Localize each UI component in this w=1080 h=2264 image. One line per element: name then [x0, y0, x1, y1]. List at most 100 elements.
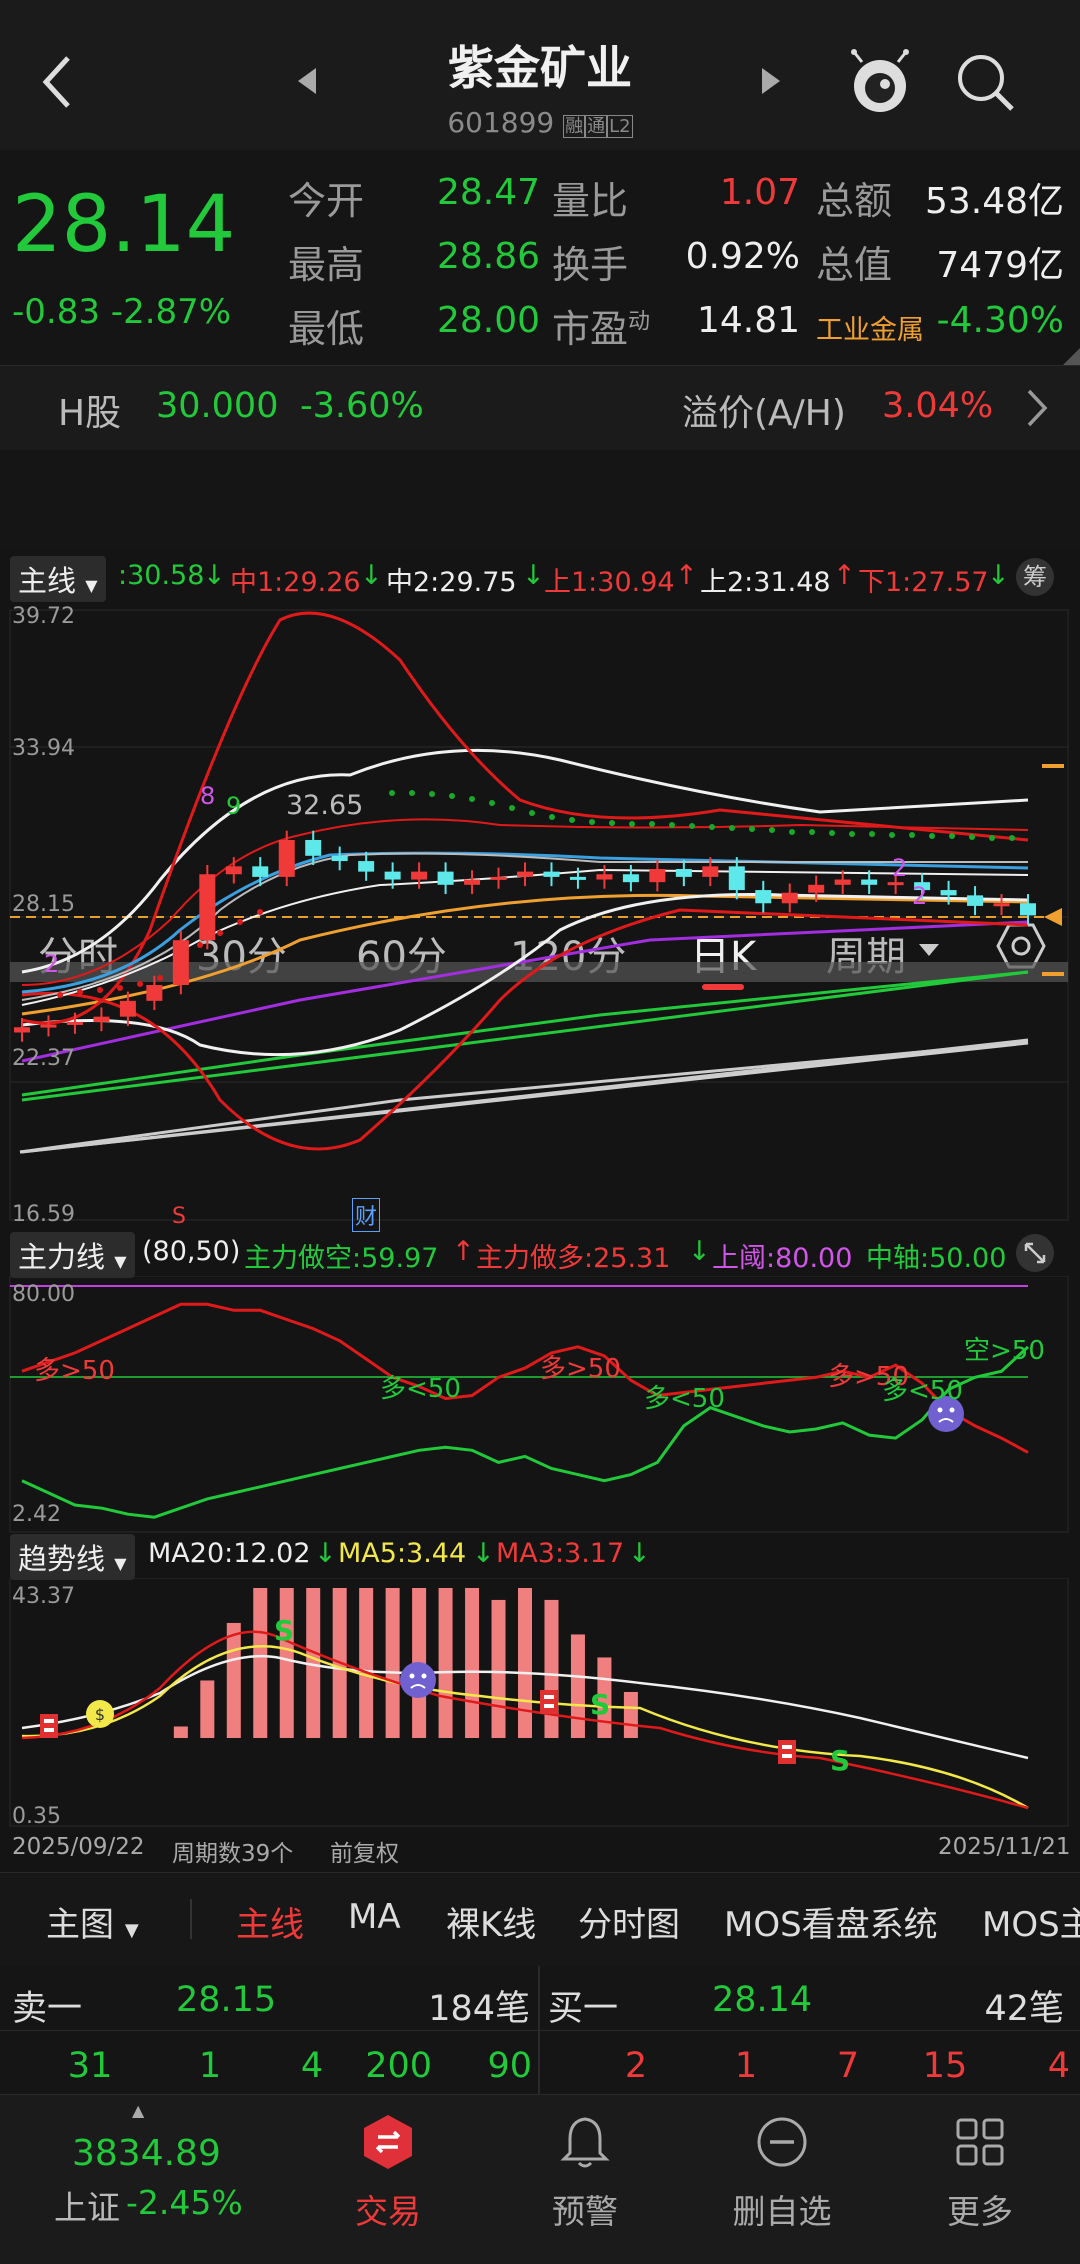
ask-queue-item: 90 — [487, 2046, 532, 2086]
power-mid: 中轴:50.00 — [866, 1243, 1007, 1274]
main-indicator-selector[interactable]: 主线 ▼ — [10, 556, 106, 602]
label-turnover-amount: 总额 — [816, 179, 893, 223]
ask1-label: 卖一 — [12, 1989, 83, 2029]
buy-signal-icon — [40, 1714, 58, 1738]
nav-trade[interactable]: 交易 — [318, 2113, 458, 2233]
trend-bar — [359, 1588, 374, 1738]
bid1-label: 买一 — [548, 1989, 619, 2029]
stock-code: 601899 — [447, 106, 555, 139]
candle-body — [649, 868, 666, 883]
quote-panel: 28.14 -0.83 -2.87% 今开 28.47 量比 1.07 总额 5… — [0, 150, 1080, 366]
power-short-value: 主力做空:59.97 — [244, 1243, 439, 1274]
trend-bar — [465, 1588, 480, 1738]
next-stock-icon[interactable] — [760, 66, 782, 100]
h-share-price: 30.000 — [156, 386, 279, 426]
index-value: 3834.89 — [72, 2133, 221, 2174]
indicator-tab-ma[interactable]: MA — [348, 1897, 401, 1937]
label-low: 最低 — [288, 307, 365, 351]
candle-body — [887, 882, 904, 886]
sector-change[interactable]: -4.30% — [930, 300, 1064, 341]
trend-line-chart[interactable]: $ — [0, 1578, 1080, 1828]
indicator-tab-timeshare[interactable]: 分时图 — [578, 1897, 680, 1946]
trend-ma5: MA5:3.44 — [338, 1538, 467, 1569]
label-market-cap: 总值 — [816, 243, 893, 287]
last-price: 28.14 — [12, 180, 236, 270]
label-volume-ratio: 量比 — [552, 179, 629, 223]
label-turnover-rate: 换手 — [552, 243, 629, 287]
candle-body — [252, 866, 269, 877]
bid-queue-item: 4 — [1047, 2046, 1070, 2086]
power-y-max: 80.00 — [12, 1282, 75, 1307]
expand-icon[interactable] — [1016, 1234, 1054, 1272]
search-icon[interactable] — [955, 52, 1017, 118]
value-pe: 14.81 — [696, 300, 800, 341]
price-change-row: -0.83 -2.87% — [12, 292, 231, 332]
trend-bar — [385, 1588, 400, 1738]
index-ticker[interactable]: ▲ 3834.89 上证 -2.45% — [0, 2095, 290, 2264]
robot-assistant-icon[interactable] — [848, 48, 912, 118]
indicator-tab-main[interactable]: 主线 — [236, 1897, 304, 1946]
candle-body — [172, 940, 189, 986]
candle-body — [437, 871, 454, 885]
trend-bar — [226, 1622, 241, 1738]
indicator-tab-naked-k[interactable]: 裸K线 — [446, 1897, 536, 1946]
y-axis-min: 16.59 — [12, 1202, 75, 1227]
prev-stock-icon[interactable] — [296, 66, 318, 100]
value-market-cap: 7479亿 — [936, 245, 1064, 286]
badge-rong: 融 — [563, 115, 586, 138]
candle-body — [331, 855, 348, 862]
ask-queue-item: 4 — [300, 2046, 324, 2086]
sector-link[interactable]: 工业金属 — [816, 308, 924, 347]
bid1-count: 42笔 — [984, 1989, 1064, 2029]
power-y-min: 2.42 — [12, 1502, 61, 1527]
chevron-right-icon[interactable] — [1026, 388, 1048, 432]
trend-ma3: MA3:3.17 — [496, 1538, 625, 1569]
end-date: 2025/11/21 — [938, 1834, 1071, 1860]
trend-indicator-selector[interactable]: 趋势线 ▼ — [10, 1534, 135, 1580]
nav-alert[interactable]: 预警 — [515, 2113, 655, 2233]
indicator-tab-mos-system[interactable]: MOS看盘系统 — [724, 1897, 938, 1946]
sad-face-icon — [400, 1662, 436, 1698]
remove-circle-icon — [757, 2117, 807, 2167]
nav-remove-watchlist[interactable]: 删自选 — [712, 2113, 852, 2233]
main-kline-chart[interactable] — [0, 600, 1080, 1230]
legend-shang2-arrow: ↑ — [833, 560, 856, 591]
money-bag-icon: $ — [86, 1700, 114, 1728]
td-count-2a: 2 — [44, 950, 60, 978]
td-count-9: 9 — [226, 792, 242, 820]
chip-distribution-button[interactable]: 筹 — [1016, 558, 1054, 596]
label-open: 今开 — [288, 179, 365, 223]
y-axis-4: 22.37 — [12, 1046, 75, 1071]
candle-body — [490, 876, 507, 880]
caret-down-icon: ▼ — [85, 576, 98, 595]
legend-xia1-arrow: ↓ — [987, 560, 1010, 591]
h-share-row[interactable]: H股 30.000 -3.60% 溢价(A/H) 3.04% — [0, 365, 1080, 451]
power-annot-6: 多<50 — [882, 1376, 963, 1406]
trend-bar — [438, 1588, 453, 1738]
index-pct: -2.45% — [126, 2183, 243, 2222]
td-count-2b: 2 — [892, 854, 908, 882]
sell-signal-s3: S — [830, 1744, 851, 1777]
trend-bar — [518, 1588, 532, 1738]
candle-body — [40, 1024, 57, 1028]
financial-report-mark[interactable]: 财 — [352, 1198, 381, 1232]
adjust-mode[interactable]: 前复权 — [330, 1834, 399, 1868]
buy-signal-icon — [778, 1740, 796, 1764]
badge-l2: L2 — [607, 115, 633, 138]
candle-body — [305, 839, 322, 856]
ask-queue-item: 1 — [198, 2046, 222, 2086]
candle-body — [861, 879, 878, 885]
candle-body — [411, 871, 428, 880]
candle-body — [119, 1000, 136, 1017]
candle-body — [967, 895, 984, 906]
chart-mode-selector[interactable]: 主图 ▼ — [46, 1897, 139, 1946]
power-indicator-selector[interactable]: 主力线 ▼ — [10, 1232, 135, 1278]
trend-bar-series — [173, 1588, 638, 1738]
indicator-tab-mos-main[interactable]: MOS主 — [982, 1897, 1080, 1946]
back-icon[interactable] — [38, 52, 78, 112]
legend-main-arrow: ↓ — [203, 560, 226, 591]
bell-icon — [560, 2117, 610, 2168]
label-pe-text: 市盈 — [552, 307, 629, 351]
price-change-pct: -2.87% — [110, 292, 232, 332]
nav-more[interactable]: 更多 — [910, 2113, 1050, 2233]
